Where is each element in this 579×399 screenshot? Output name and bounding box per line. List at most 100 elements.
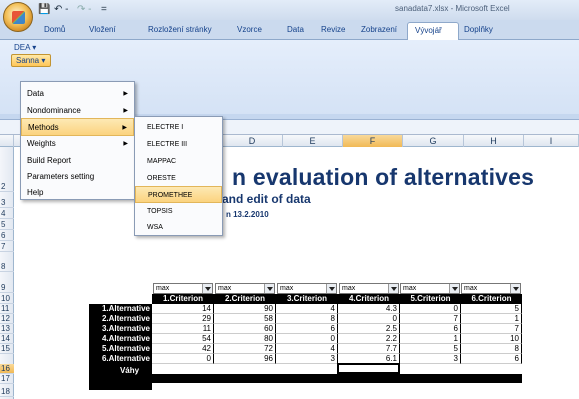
table-cell[interactable]: 5 <box>461 304 522 314</box>
menu-item-methods[interactable]: Methods ▶ <box>21 118 134 136</box>
undo-icon[interactable]: ↶ - <box>54 3 69 16</box>
alternative-label[interactable]: 6.Alternative <box>89 354 152 364</box>
criterion-header[interactable]: 3.Criterion <box>276 294 338 304</box>
method-electre-iii[interactable]: ELECTRE III <box>135 136 222 153</box>
tab-vlozeni[interactable]: Vložení <box>89 25 116 34</box>
table-cell[interactable]: 80 <box>214 334 276 344</box>
tab-vzorce[interactable]: Vzorce <box>237 25 262 34</box>
customize-quick-access-icon[interactable]: = <box>101 3 107 16</box>
table-cell[interactable]: 7 <box>461 324 522 334</box>
chevron-down-icon[interactable] <box>510 284 520 293</box>
method-promethee[interactable]: PROMETHEE <box>135 186 222 203</box>
table-cell[interactable]: 3 <box>400 354 461 364</box>
tab-domu[interactable]: Domů <box>44 25 65 34</box>
column-header-i[interactable]: I <box>524 135 579 147</box>
column-header-h[interactable]: H <box>464 135 524 147</box>
tab-rozlozeni-stranky[interactable]: Rozložení stránky <box>148 25 212 34</box>
method-topsis[interactable]: TOPSIS <box>135 203 222 220</box>
criterion-header[interactable]: 4.Criterion <box>338 294 400 304</box>
table-cell[interactable]: 0 <box>338 314 400 324</box>
row-header[interactable]: 10 <box>0 294 14 304</box>
menu-item-data[interactable]: Data ▶ <box>21 85 134 103</box>
criterion-header[interactable]: 6.Criterion <box>461 294 522 304</box>
table-cell[interactable]: 54 <box>152 334 214 344</box>
row-header[interactable]: 8 <box>0 262 14 272</box>
table-cell[interactable]: 11 <box>152 324 214 334</box>
row-header[interactable]: 17 <box>0 374 14 384</box>
row-header[interactable]: 2 <box>0 182 14 192</box>
save-icon[interactable]: 💾 <box>38 3 50 16</box>
method-mappac[interactable]: MAPPAC <box>135 153 222 170</box>
table-cell[interactable]: 7 <box>400 314 461 324</box>
table-cell[interactable]: 6 <box>400 324 461 334</box>
tab-doplnky[interactable]: Doplňky <box>464 25 493 34</box>
table-cell[interactable]: 1 <box>461 314 522 324</box>
table-cell[interactable]: 4 <box>276 344 338 354</box>
chevron-down-icon[interactable] <box>264 284 274 293</box>
criterion-type-dropdown[interactable]: max <box>461 283 521 294</box>
row-header[interactable]: 13 <box>0 324 14 334</box>
column-header-g[interactable]: G <box>403 135 464 147</box>
row-header[interactable]: 7 <box>0 242 14 252</box>
table-cell[interactable]: 58 <box>214 314 276 324</box>
criterion-type-dropdown[interactable]: max <box>215 283 275 294</box>
table-cell[interactable]: 72 <box>214 344 276 354</box>
criterion-type-dropdown[interactable]: max <box>153 283 213 294</box>
table-cell[interactable]: 5 <box>400 344 461 354</box>
row-header[interactable]: 11 <box>0 304 14 314</box>
row-header[interactable]: 18 <box>0 387 14 397</box>
row-header[interactable]: 6 <box>0 231 14 241</box>
alternative-label[interactable]: 2.Alternative <box>89 314 152 324</box>
column-header-e[interactable]: E <box>283 135 343 147</box>
criterion-header[interactable]: 1.Criterion <box>152 294 214 304</box>
table-cell[interactable]: 96 <box>214 354 276 364</box>
table-cell[interactable]: 90 <box>214 304 276 314</box>
method-wsa[interactable]: WSA <box>135 219 222 236</box>
table-cell[interactable]: 29 <box>152 314 214 324</box>
criterion-type-dropdown[interactable]: max <box>400 283 460 294</box>
alternative-label[interactable]: 3.Alternative <box>89 324 152 334</box>
weights-label[interactable]: Váhy <box>89 366 152 376</box>
alternative-label[interactable]: 5.Alternative <box>89 344 152 354</box>
table-cell[interactable]: 7.7 <box>338 344 400 354</box>
table-cell[interactable]: 1 <box>400 334 461 344</box>
method-electre-i[interactable]: ELECTRE I <box>135 119 222 136</box>
table-cell[interactable]: 0 <box>152 354 214 364</box>
column-header-f[interactable]: F <box>343 135 403 147</box>
table-cell[interactable]: 42 <box>152 344 214 354</box>
table-cell[interactable]: 8 <box>276 314 338 324</box>
row-header[interactable]: 14 <box>0 334 14 344</box>
alternative-label[interactable]: 4.Alternative <box>89 334 152 344</box>
table-cell[interactable]: 0 <box>400 304 461 314</box>
chevron-down-icon[interactable] <box>202 284 212 293</box>
alternative-label[interactable]: 1.Alternative <box>89 304 152 314</box>
table-cell[interactable]: 60 <box>214 324 276 334</box>
menu-item-help[interactable]: Help <box>21 184 134 202</box>
row-header[interactable]: 4 <box>0 209 14 219</box>
table-cell[interactable]: 8 <box>461 344 522 354</box>
table-cell[interactable]: 2.5 <box>338 324 400 334</box>
table-cell[interactable]: 6 <box>276 324 338 334</box>
tab-data[interactable]: Data <box>287 25 304 34</box>
select-all-corner[interactable] <box>0 135 14 147</box>
row-header[interactable]: 15 <box>0 344 14 354</box>
criterion-header[interactable]: 5.Criterion <box>400 294 461 304</box>
criterion-header[interactable]: 2.Criterion <box>214 294 276 304</box>
table-cell[interactable]: 10 <box>461 334 522 344</box>
chevron-down-icon[interactable] <box>388 284 398 293</box>
redo-icon[interactable]: ↷ - <box>77 3 92 16</box>
tab-vyvojar[interactable]: Vývojář <box>415 26 442 35</box>
method-oreste[interactable]: ORESTE <box>135 170 222 187</box>
row-header[interactable]: 3 <box>0 198 14 208</box>
table-cell[interactable]: 2.2 <box>338 334 400 344</box>
tab-revize[interactable]: Revize <box>321 25 345 34</box>
menu-item-weights[interactable]: Weights ▶ <box>21 135 134 153</box>
row-header[interactable]: 12 <box>0 314 14 324</box>
sanna-menu-button[interactable]: Sanna ▾ <box>11 54 51 67</box>
weights-row[interactable] <box>152 374 522 383</box>
column-header-d[interactable]: D <box>222 135 283 147</box>
table-cell[interactable]: 14 <box>152 304 214 314</box>
table-cell[interactable]: 0 <box>276 334 338 344</box>
office-button[interactable] <box>3 2 33 32</box>
row-header[interactable]: 16 <box>0 364 14 374</box>
